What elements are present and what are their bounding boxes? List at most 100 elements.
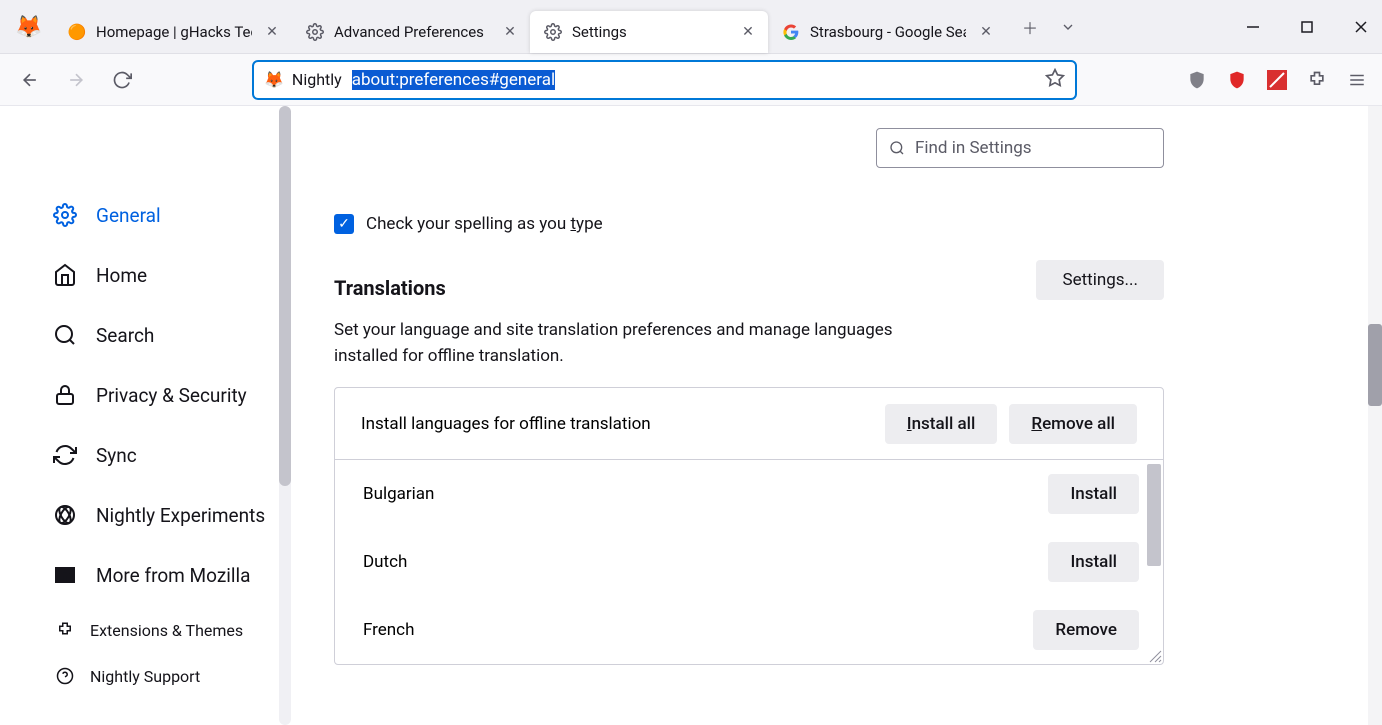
resize-handle[interactable]: [1146, 647, 1162, 663]
window-close-button[interactable]: [1348, 20, 1374, 34]
favicon-ghacks: 🟠: [68, 23, 86, 41]
sidebar-scrollbar-thumb[interactable]: [279, 106, 291, 486]
gear-icon: [306, 23, 324, 41]
languages-box: Install languages for offline translatio…: [334, 387, 1164, 665]
identity-box[interactable]: 🦊 Nightly: [264, 70, 342, 89]
main-panel: Find in Settings ✓ Check your spelling a…: [300, 106, 1382, 725]
sidebar-item-label: Nightly Experiments: [96, 504, 265, 527]
languages-header: Install languages for offline translatio…: [335, 388, 1163, 460]
translations-settings-button[interactable]: Settings...: [1036, 260, 1164, 300]
tab-strip: 🟠 Homepage | gHacks Tech ✕ Advanced Pref…: [54, 0, 1006, 53]
page-scrollbar[interactable]: [1368, 106, 1382, 725]
window-controls: [1240, 0, 1374, 53]
install-button[interactable]: Install: [1048, 542, 1139, 582]
sidebar-sub-support[interactable]: Nightly Support: [52, 658, 274, 694]
close-icon[interactable]: ✕: [976, 22, 996, 42]
maximize-button[interactable]: [1294, 20, 1320, 34]
tab-label: Advanced Preferences: [334, 23, 490, 41]
sidebar-item-general[interactable]: General: [52, 192, 274, 238]
toolbar-right: [1186, 69, 1368, 91]
language-row: French Remove: [335, 596, 1163, 664]
close-icon[interactable]: ✕: [738, 22, 758, 42]
ublock-icon[interactable]: [1186, 69, 1208, 91]
reload-button[interactable]: [106, 64, 138, 96]
sidebar-item-experiments[interactable]: Nightly Experiments: [52, 492, 274, 538]
tab-dropdown-button[interactable]: [1052, 11, 1084, 43]
install-all-button[interactable]: Install all: [885, 404, 998, 444]
favicon-google: [782, 24, 800, 40]
close-icon[interactable]: ✕: [262, 22, 282, 42]
sync-icon: [52, 443, 78, 467]
firefox-icon: 🦊: [264, 70, 284, 89]
lock-icon: [52, 383, 78, 407]
sidebar-item-privacy[interactable]: Privacy & Security: [52, 372, 274, 418]
home-icon: [52, 263, 78, 287]
remove-all-button[interactable]: Remove all: [1009, 404, 1137, 444]
search-settings-input[interactable]: Find in Settings: [876, 128, 1164, 168]
search-icon: [52, 323, 78, 347]
mozilla-icon: m: [52, 563, 78, 587]
languages-list: Bulgarian Install Dutch Install French R…: [335, 460, 1163, 665]
gear-icon: [544, 23, 562, 41]
minimize-button[interactable]: [1240, 20, 1266, 34]
sidebar-item-home[interactable]: Home: [52, 252, 274, 298]
back-button[interactable]: [14, 64, 46, 96]
hamburger-menu-icon[interactable]: [1346, 69, 1368, 91]
language-name: Bulgarian: [363, 484, 1036, 504]
spellcheck-checkbox-row[interactable]: ✓ Check your spelling as you type: [334, 214, 1164, 234]
tab-advanced-prefs[interactable]: Advanced Preferences ✕: [292, 11, 530, 53]
language-row: Bulgarian Install: [335, 460, 1163, 528]
shield-red-icon[interactable]: [1226, 69, 1248, 91]
language-row: Dutch Install: [335, 528, 1163, 596]
tab-settings[interactable]: Settings ✕: [530, 11, 768, 53]
sidebar-sub-label: Extensions & Themes: [90, 621, 243, 640]
new-tab-button[interactable]: ＋: [1014, 11, 1046, 43]
sidebar-item-label: Home: [96, 264, 147, 287]
url-bar[interactable]: 🦊 Nightly about:preferences#general: [252, 60, 1077, 100]
tab-label: Strasbourg - Google Sea: [810, 23, 966, 41]
language-row: German Install: [335, 664, 1163, 665]
extensions-icon[interactable]: [1306, 69, 1328, 91]
tab-controls: ＋: [1014, 11, 1084, 43]
sidebar-item-label: Sync: [96, 444, 137, 467]
translations-description: Set your language and site translation p…: [334, 318, 954, 369]
remove-button[interactable]: Remove: [1033, 610, 1139, 650]
sidebar-item-label: General: [96, 204, 161, 227]
languages-scrollbar-thumb[interactable]: [1147, 464, 1161, 566]
sidebar-item-label: Privacy & Security: [96, 384, 247, 407]
help-icon: [56, 667, 76, 685]
language-name: French: [363, 620, 1021, 640]
checkbox-label: Check your spelling as you type: [366, 214, 603, 234]
tab-google-search[interactable]: Strasbourg - Google Sea ✕: [768, 11, 1006, 53]
gear-icon: [52, 203, 78, 227]
sidebar-item-search[interactable]: Search: [52, 312, 274, 358]
sidebar-item-more-mozilla[interactable]: m More from Mozilla: [52, 552, 274, 598]
sidebar-sub-label: Nightly Support: [90, 667, 200, 686]
url-text: about:preferences#general: [352, 70, 1035, 90]
install-button[interactable]: Install: [1048, 474, 1139, 514]
content: General Home Search Privacy & Security: [0, 106, 1382, 725]
svg-text:m: m: [60, 569, 70, 583]
app-menu-icon[interactable]: 🦊: [12, 10, 46, 44]
search-placeholder: Find in Settings: [915, 138, 1032, 158]
navbar: 🦊 Nightly about:preferences#general: [0, 54, 1382, 106]
checkbox-checked-icon[interactable]: ✓: [334, 214, 354, 234]
tab-ghacks[interactable]: 🟠 Homepage | gHacks Tech ✕: [54, 11, 292, 53]
forward-button[interactable]: [60, 64, 92, 96]
search-icon: [889, 140, 905, 156]
languages-box-title: Install languages for offline translatio…: [361, 414, 873, 434]
sidebar-item-label: More from Mozilla: [96, 564, 250, 587]
close-icon[interactable]: ✕: [500, 22, 520, 42]
settings-sidebar: General Home Search Privacy & Security: [0, 106, 300, 694]
sidebar-sub-extensions[interactable]: Extensions & Themes: [52, 612, 274, 648]
tab-label: Homepage | gHacks Tech: [96, 23, 252, 41]
puzzle-icon: [56, 621, 76, 639]
titlebar: 🦊 🟠 Homepage | gHacks Tech ✕ Advanced Pr…: [0, 0, 1382, 54]
noscript-icon[interactable]: [1266, 69, 1288, 91]
sidebar-item-label: Search: [96, 324, 154, 347]
bookmark-star-icon[interactable]: [1045, 68, 1065, 92]
sidebar-item-sync[interactable]: Sync: [52, 432, 274, 478]
sidebar-column: General Home Search Privacy & Security: [0, 106, 300, 725]
flask-icon: [52, 503, 78, 527]
page-scrollbar-thumb[interactable]: [1368, 324, 1382, 406]
